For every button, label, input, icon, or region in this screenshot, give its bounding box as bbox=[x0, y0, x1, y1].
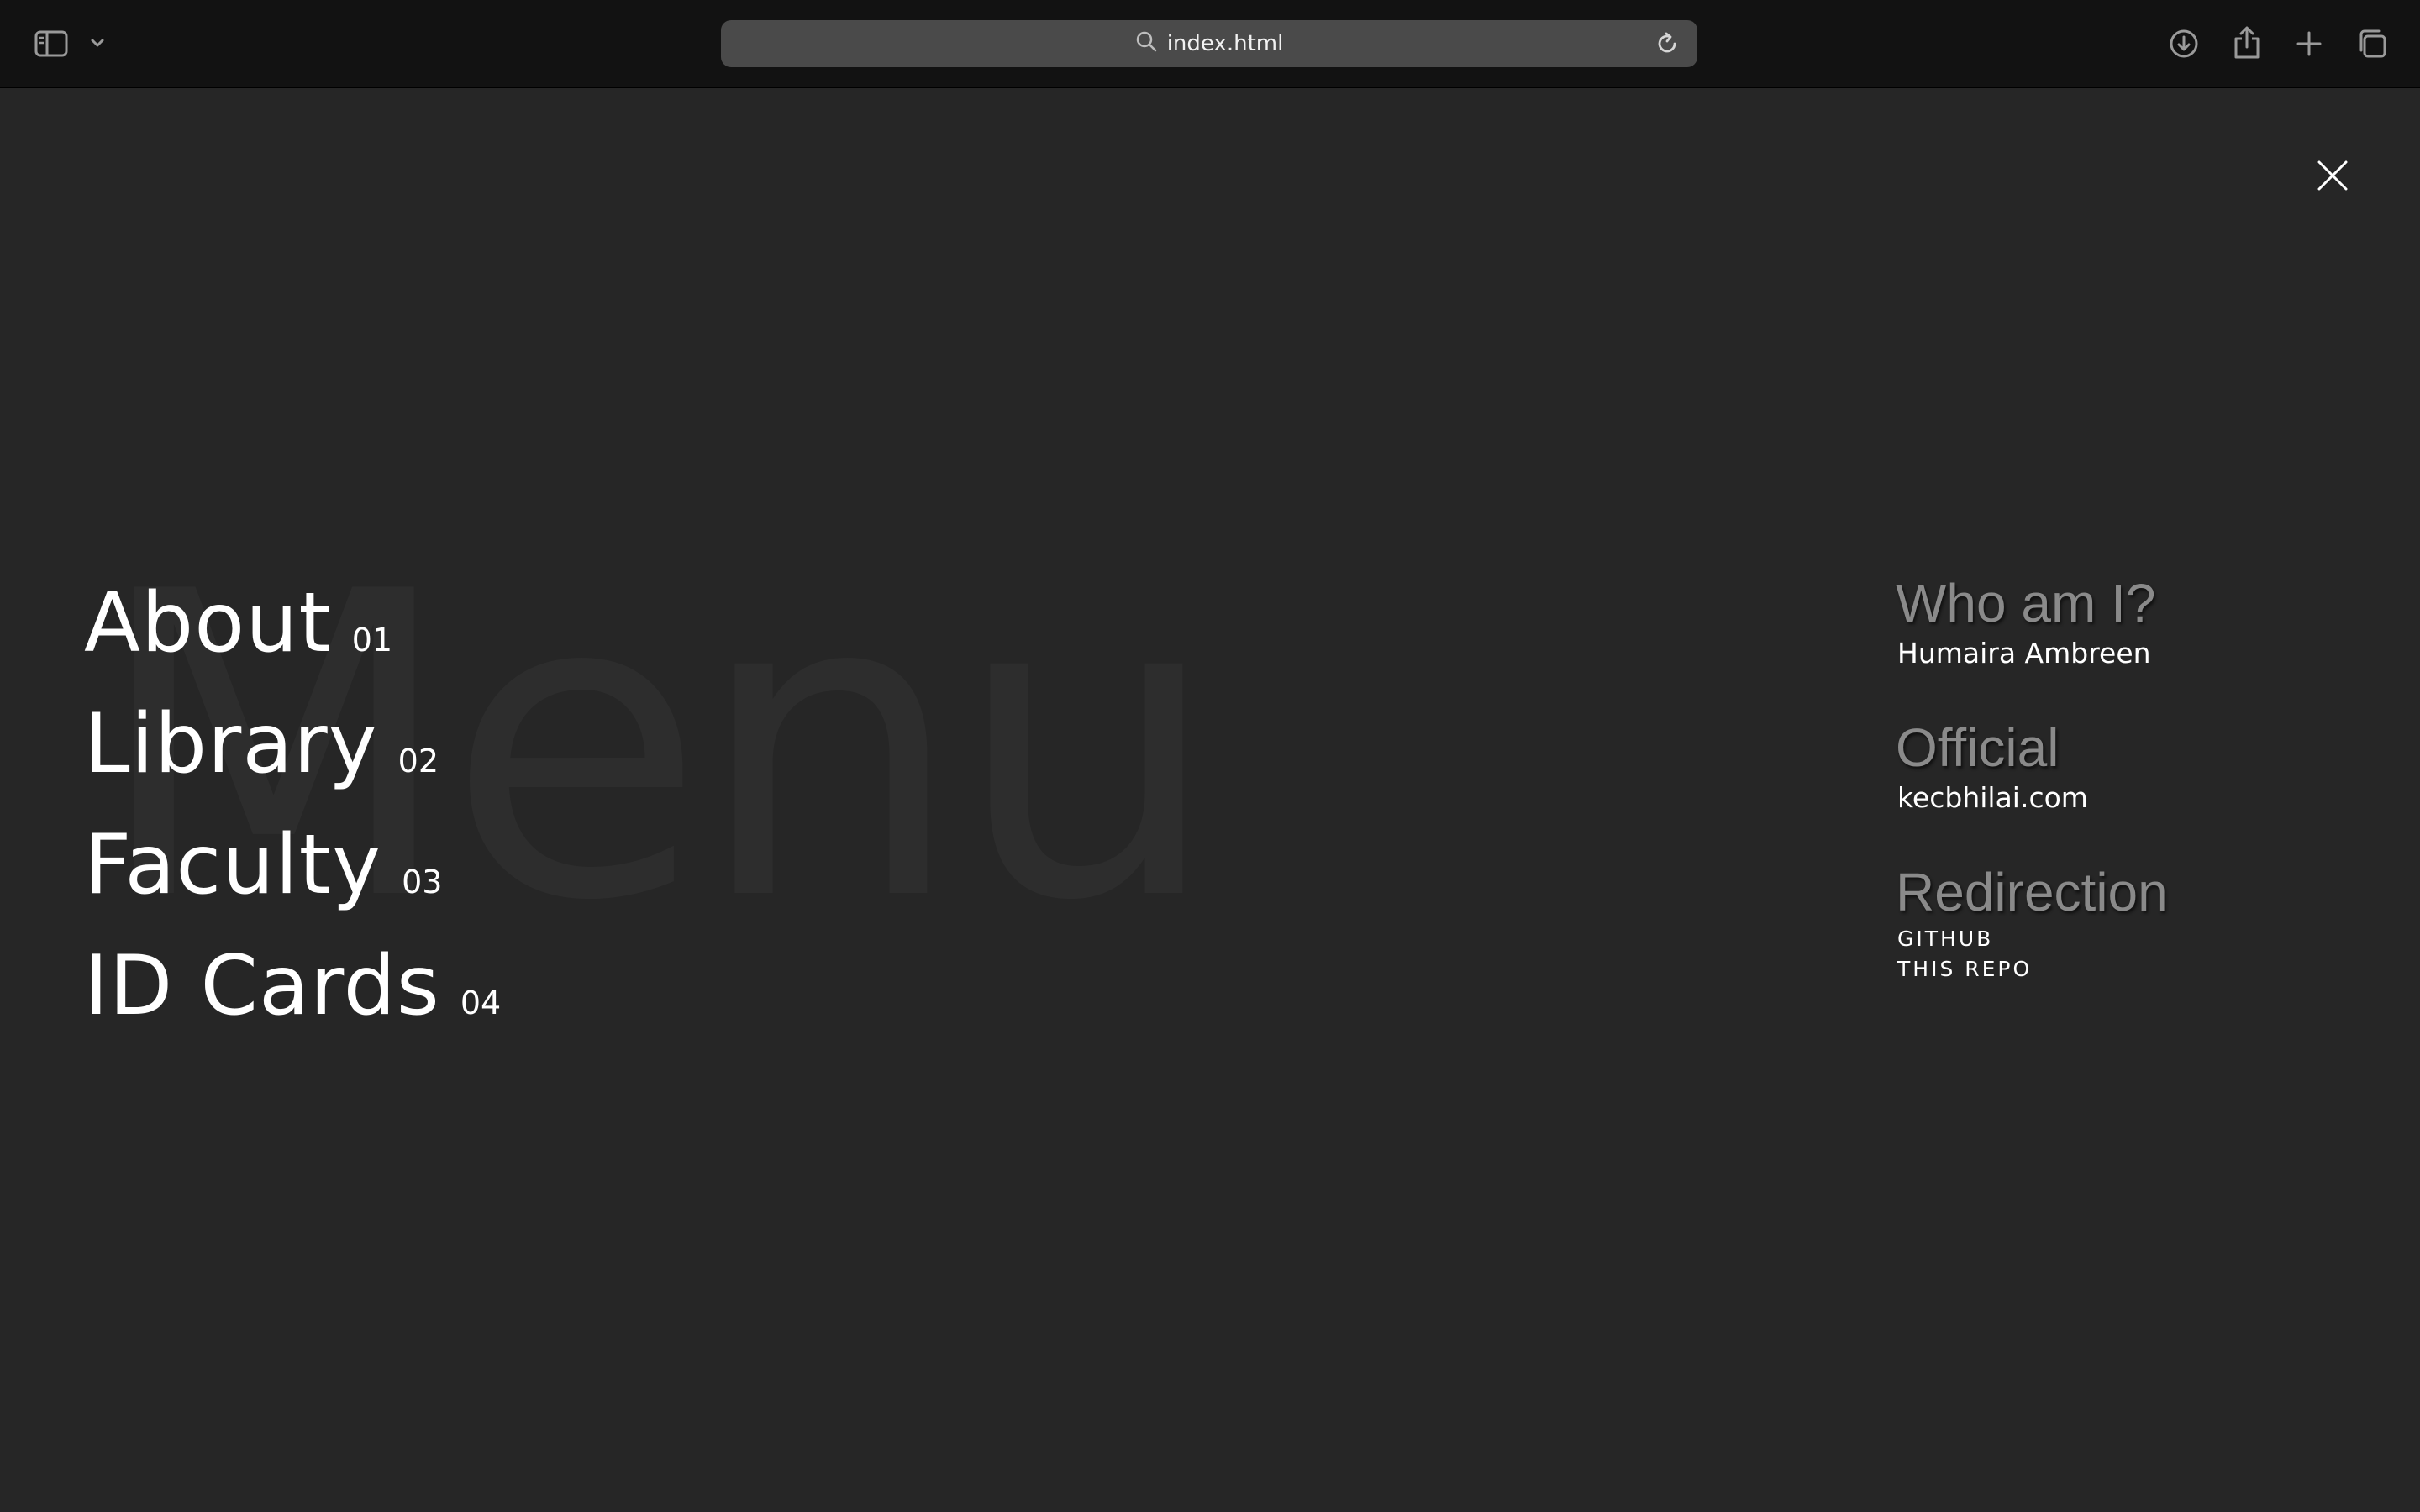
address-bar[interactable]: index.html bbox=[721, 20, 1697, 67]
browser-toolbar: index.html bbox=[0, 0, 2420, 88]
redirection-section: Redirection GITHUB THIS REPO bbox=[1896, 860, 2168, 984]
share-button[interactable] bbox=[2230, 24, 2264, 62]
this-repo-link[interactable]: THIS REPO bbox=[1897, 954, 2168, 984]
menu-item-number: 03 bbox=[402, 864, 443, 900]
new-tab-button[interactable] bbox=[2292, 27, 2326, 60]
sidebar-menu-button[interactable] bbox=[87, 30, 108, 55]
menu-item-faculty[interactable]: Faculty 03 bbox=[84, 805, 501, 926]
sidebar-icon bbox=[34, 30, 68, 57]
who-am-i-heading: Who am I? bbox=[1896, 573, 2156, 633]
author-name: Humaira Ambreen bbox=[1897, 637, 2151, 669]
github-link[interactable]: GITHUB bbox=[1897, 924, 2168, 954]
who-am-i-section: Who am I? Humaira Ambreen bbox=[1896, 571, 2168, 672]
main-menu: About 01 Library 02 Faculty 03 ID Cards … bbox=[84, 563, 501, 1047]
search-icon bbox=[1135, 30, 1159, 57]
menu-item-label: About bbox=[84, 575, 332, 671]
download-icon bbox=[2168, 28, 2200, 60]
redirection-heading: Redirection bbox=[1896, 862, 2168, 922]
close-menu-button[interactable] bbox=[2317, 160, 2348, 191]
menu-item-library[interactable]: Library 02 bbox=[84, 684, 501, 805]
menu-item-label: Faculty bbox=[84, 817, 382, 913]
menu-item-id-cards[interactable]: ID Cards 04 bbox=[84, 926, 501, 1047]
share-icon bbox=[2233, 25, 2261, 60]
chevron-down-icon bbox=[90, 38, 105, 48]
menu-item-label: ID Cards bbox=[84, 938, 440, 1034]
menu-item-number: 01 bbox=[351, 622, 393, 659]
address-text: index.html bbox=[1166, 31, 1284, 56]
plus-icon bbox=[2296, 30, 2323, 57]
info-panel: Who am I? Humaira Ambreen Official kecbh… bbox=[1896, 571, 2168, 1028]
official-heading: Official bbox=[1896, 717, 2060, 778]
official-website-link[interactable]: kecbhilai.com bbox=[1897, 780, 2168, 816]
official-section: Official kecbhilai.com bbox=[1896, 716, 2168, 816]
sidebar-toggle-button[interactable] bbox=[32, 25, 71, 62]
menu-item-number: 04 bbox=[460, 984, 502, 1021]
reload-icon[interactable] bbox=[1654, 30, 1681, 60]
download-button[interactable] bbox=[2166, 26, 2202, 61]
menu-item-number: 02 bbox=[397, 743, 439, 780]
menu-item-about[interactable]: About 01 bbox=[84, 563, 501, 684]
tabs-overview-icon bbox=[2356, 28, 2388, 60]
menu-item-label: Library bbox=[84, 696, 378, 792]
close-icon bbox=[2317, 160, 2348, 194]
tab-overview-button[interactable] bbox=[2354, 26, 2390, 61]
